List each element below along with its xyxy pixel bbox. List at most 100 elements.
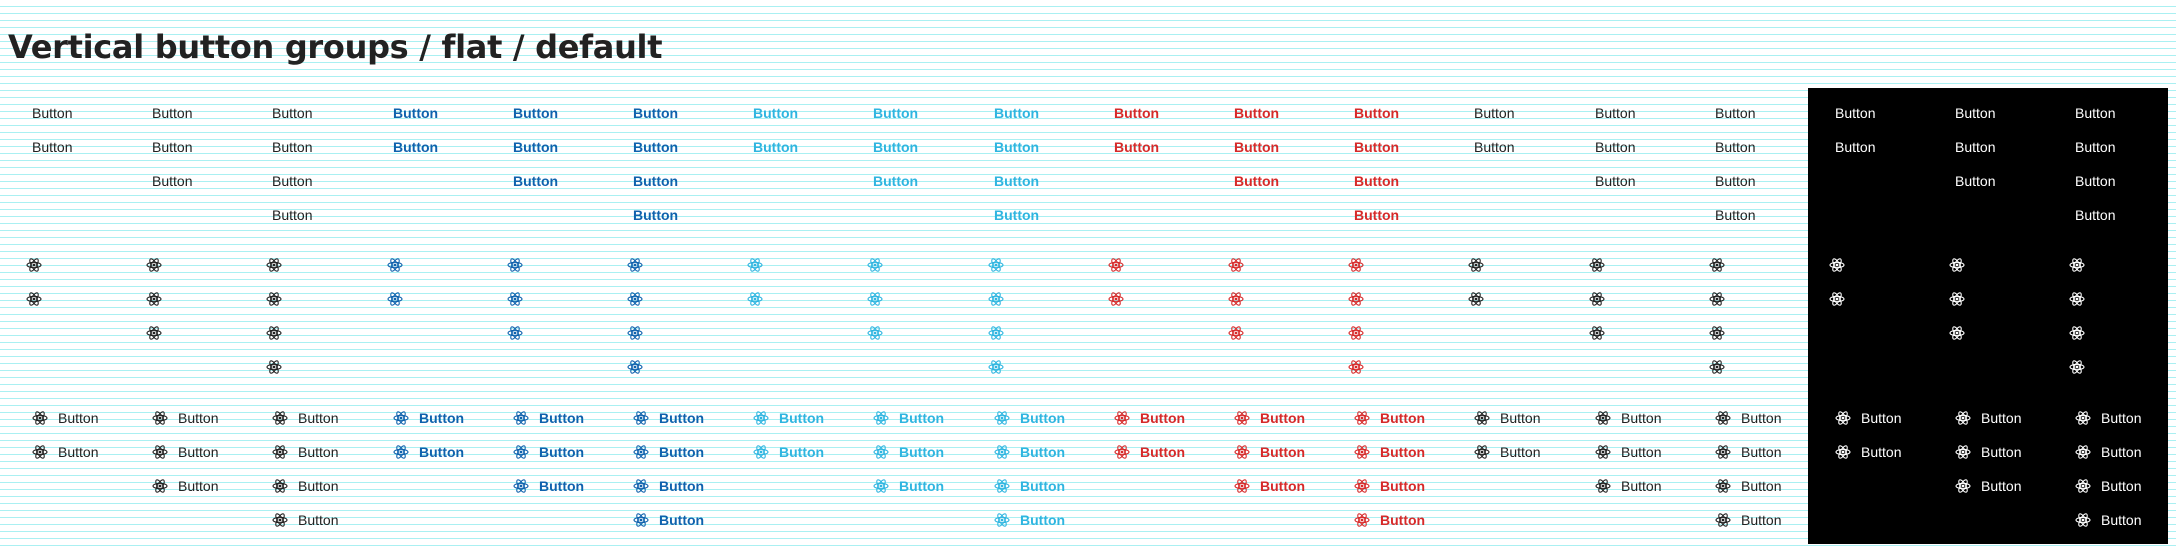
button[interactable]: Button xyxy=(994,507,1065,533)
button[interactable] xyxy=(26,252,42,278)
button[interactable] xyxy=(627,252,643,278)
button[interactable]: Button xyxy=(1234,405,1305,431)
button[interactable]: Button xyxy=(513,100,558,126)
button[interactable]: Button xyxy=(994,473,1065,499)
button[interactable]: Button xyxy=(1234,134,1279,160)
button[interactable]: Button xyxy=(2075,134,2115,160)
button[interactable] xyxy=(146,320,162,346)
button[interactable]: Button xyxy=(1354,405,1425,431)
button[interactable]: Button xyxy=(1595,134,1635,160)
button[interactable]: Button xyxy=(1114,134,1159,160)
button[interactable] xyxy=(1348,354,1364,380)
button[interactable]: Button xyxy=(152,100,192,126)
button[interactable]: Button xyxy=(272,202,312,228)
button[interactable] xyxy=(1348,320,1364,346)
button[interactable] xyxy=(1468,252,1484,278)
button[interactable]: Button xyxy=(393,439,464,465)
button[interactable]: Button xyxy=(1354,473,1425,499)
button[interactable] xyxy=(1228,286,1244,312)
button[interactable]: Button xyxy=(1715,473,1781,499)
button[interactable]: Button xyxy=(1354,100,1399,126)
button[interactable]: Button xyxy=(1715,202,1755,228)
button[interactable]: Button xyxy=(272,168,312,194)
button[interactable]: Button xyxy=(633,100,678,126)
button[interactable]: Button xyxy=(2075,168,2115,194)
button[interactable]: Button xyxy=(393,134,438,160)
button[interactable]: Button xyxy=(1955,134,1995,160)
button[interactable] xyxy=(507,320,523,346)
button[interactable] xyxy=(1829,286,1845,312)
button[interactable]: Button xyxy=(272,134,312,160)
button[interactable]: Button xyxy=(753,100,798,126)
button[interactable] xyxy=(1589,252,1605,278)
button[interactable]: Button xyxy=(994,100,1039,126)
button[interactable]: Button xyxy=(1835,405,1901,431)
button[interactable]: Button xyxy=(272,100,312,126)
button[interactable]: Button xyxy=(873,439,944,465)
button[interactable]: Button xyxy=(753,134,798,160)
button[interactable]: Button xyxy=(152,405,218,431)
button[interactable] xyxy=(2069,320,2085,346)
button[interactable]: Button xyxy=(1234,439,1305,465)
button[interactable] xyxy=(266,320,282,346)
button[interactable]: Button xyxy=(873,473,944,499)
button[interactable]: Button xyxy=(873,134,918,160)
button[interactable]: Button xyxy=(1595,100,1635,126)
button[interactable] xyxy=(2069,286,2085,312)
button[interactable]: Button xyxy=(633,168,678,194)
button[interactable]: Button xyxy=(1835,100,1875,126)
button[interactable]: Button xyxy=(633,202,678,228)
button[interactable]: Button xyxy=(1955,168,1995,194)
button[interactable]: Button xyxy=(152,439,218,465)
button[interactable]: Button xyxy=(1595,439,1661,465)
button[interactable]: Button xyxy=(1234,168,1279,194)
button[interactable]: Button xyxy=(152,134,192,160)
button[interactable] xyxy=(867,320,883,346)
button[interactable]: Button xyxy=(2075,202,2115,228)
button[interactable] xyxy=(747,286,763,312)
button[interactable]: Button xyxy=(1955,405,2021,431)
button[interactable]: Button xyxy=(513,473,584,499)
button[interactable]: Button xyxy=(1955,473,2021,499)
button[interactable]: Button xyxy=(1114,439,1185,465)
button[interactable]: Button xyxy=(753,405,824,431)
button[interactable]: Button xyxy=(994,405,1065,431)
button[interactable] xyxy=(266,354,282,380)
button[interactable] xyxy=(1949,320,1965,346)
button[interactable] xyxy=(988,252,1004,278)
button[interactable]: Button xyxy=(1595,405,1661,431)
button[interactable]: Button xyxy=(1715,507,1781,533)
button[interactable] xyxy=(988,320,1004,346)
button[interactable]: Button xyxy=(1595,168,1635,194)
button[interactable]: Button xyxy=(1474,439,1540,465)
button[interactable]: Button xyxy=(513,405,584,431)
button[interactable]: Button xyxy=(994,168,1039,194)
button[interactable] xyxy=(1228,320,1244,346)
button[interactable]: Button xyxy=(2075,507,2141,533)
button[interactable] xyxy=(1709,354,1725,380)
button[interactable]: Button xyxy=(1835,439,1901,465)
button[interactable]: Button xyxy=(1354,439,1425,465)
button[interactable] xyxy=(1829,252,1845,278)
button[interactable]: Button xyxy=(1835,134,1875,160)
button[interactable]: Button xyxy=(1474,100,1514,126)
button[interactable]: Button xyxy=(32,100,72,126)
button[interactable]: Button xyxy=(1354,202,1399,228)
button[interactable]: Button xyxy=(1955,100,1995,126)
button[interactable] xyxy=(1949,286,1965,312)
button[interactable]: Button xyxy=(1114,100,1159,126)
button[interactable]: Button xyxy=(272,439,338,465)
button[interactable] xyxy=(2069,354,2085,380)
button[interactable] xyxy=(988,354,1004,380)
button[interactable] xyxy=(1108,286,1124,312)
button[interactable] xyxy=(1108,252,1124,278)
button[interactable]: Button xyxy=(1955,439,2021,465)
button[interactable] xyxy=(867,252,883,278)
button[interactable] xyxy=(146,252,162,278)
button[interactable]: Button xyxy=(633,507,704,533)
button[interactable]: Button xyxy=(32,439,98,465)
button[interactable] xyxy=(2069,252,2085,278)
button[interactable]: Button xyxy=(1234,473,1305,499)
button[interactable] xyxy=(867,286,883,312)
button[interactable]: Button xyxy=(873,100,918,126)
